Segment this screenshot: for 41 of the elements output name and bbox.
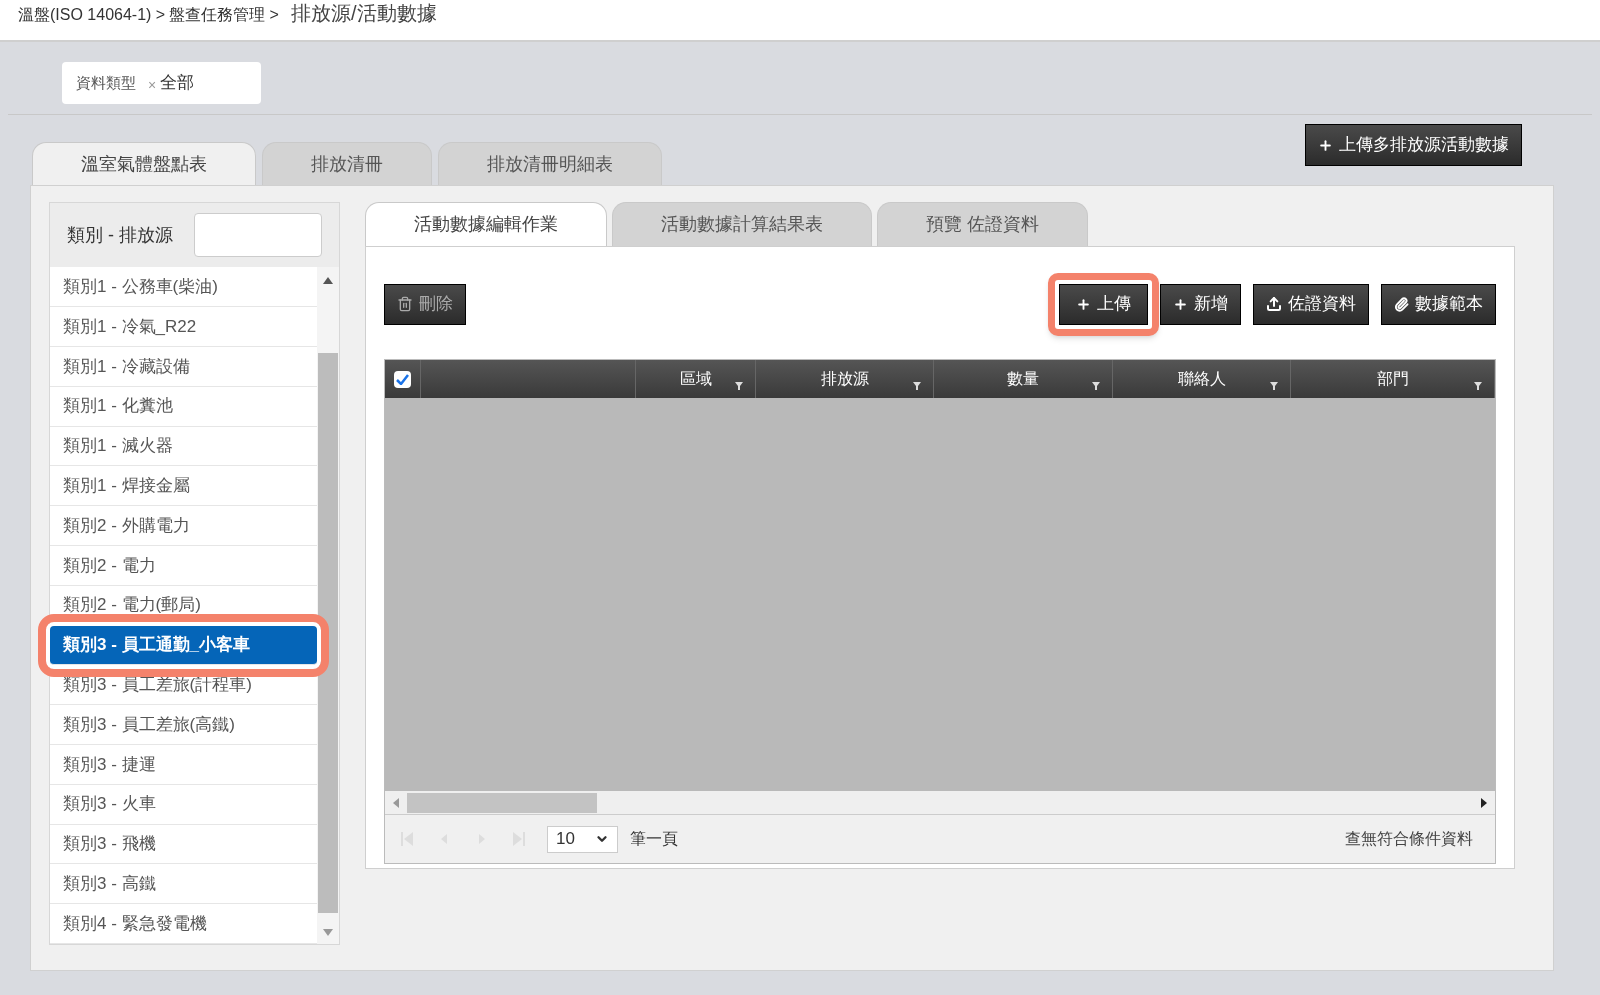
upload-multiple-button[interactable]: 上傳多排放源活動數據: [1305, 124, 1522, 166]
filter-icon: [735, 382, 743, 390]
plus-icon: [1173, 296, 1188, 312]
evidence-button[interactable]: 佐證資料: [1253, 283, 1369, 325]
paperclip-icon: [1394, 296, 1409, 312]
page-title: 排放源/活動數據: [290, 1, 437, 26]
horizontal-scrollbar[interactable]: [385, 791, 1495, 815]
plus-icon: [1076, 296, 1091, 312]
tab[interactable]: 預覽 佐證資料: [877, 202, 1088, 246]
filter-label: 類別 - 排放源: [67, 223, 173, 247]
add-button[interactable]: 新增: [1160, 283, 1241, 325]
empty-message: 查無符合條件資料: [1345, 829, 1473, 849]
tab[interactable]: 排放清冊: [262, 142, 432, 185]
upload-icon: [1266, 296, 1282, 312]
template-button[interactable]: 數據範本: [1381, 283, 1496, 325]
tab[interactable]: 活動數據編輯作業: [365, 202, 607, 246]
select-all-checkbox[interactable]: [394, 370, 411, 388]
breadcrumb-link[interactable]: 盤查任務管理 >: [169, 2, 279, 27]
filter-chip[interactable]: 資料類型 × 全部: [62, 62, 261, 104]
left-arrow-icon: [393, 797, 399, 808]
filter-icon: [1092, 382, 1100, 390]
plus-icon: [1318, 137, 1333, 153]
filter-input[interactable]: [194, 213, 322, 258]
filter-icon: [1270, 382, 1278, 390]
filter-label: 資料類型: [76, 72, 136, 93]
tab[interactable]: 排放清冊明細表: [438, 142, 662, 185]
filter-icon: [1474, 382, 1482, 390]
filter-value: 全部: [160, 72, 195, 95]
down-arrow-icon: [323, 928, 333, 936]
upload-button[interactable]: 上傳: [1059, 283, 1148, 325]
up-arrow-icon: [323, 276, 333, 284]
tab[interactable]: 溫室氣體盤點表: [32, 142, 256, 185]
tab[interactable]: 活動數據計算結果表: [612, 202, 872, 246]
trash-icon: [397, 296, 413, 312]
page-size-label: 筆一頁: [630, 829, 678, 849]
breadcrumb-link[interactable]: 溫盤(ISO 14064-1) >: [18, 2, 166, 27]
filter-icon: [913, 382, 921, 390]
page-size-select[interactable]: 10: [547, 825, 618, 853]
checkmark-icon: [396, 373, 409, 385]
right-arrow-icon: [1481, 797, 1487, 808]
scrollbar[interactable]: [317, 267, 339, 944]
